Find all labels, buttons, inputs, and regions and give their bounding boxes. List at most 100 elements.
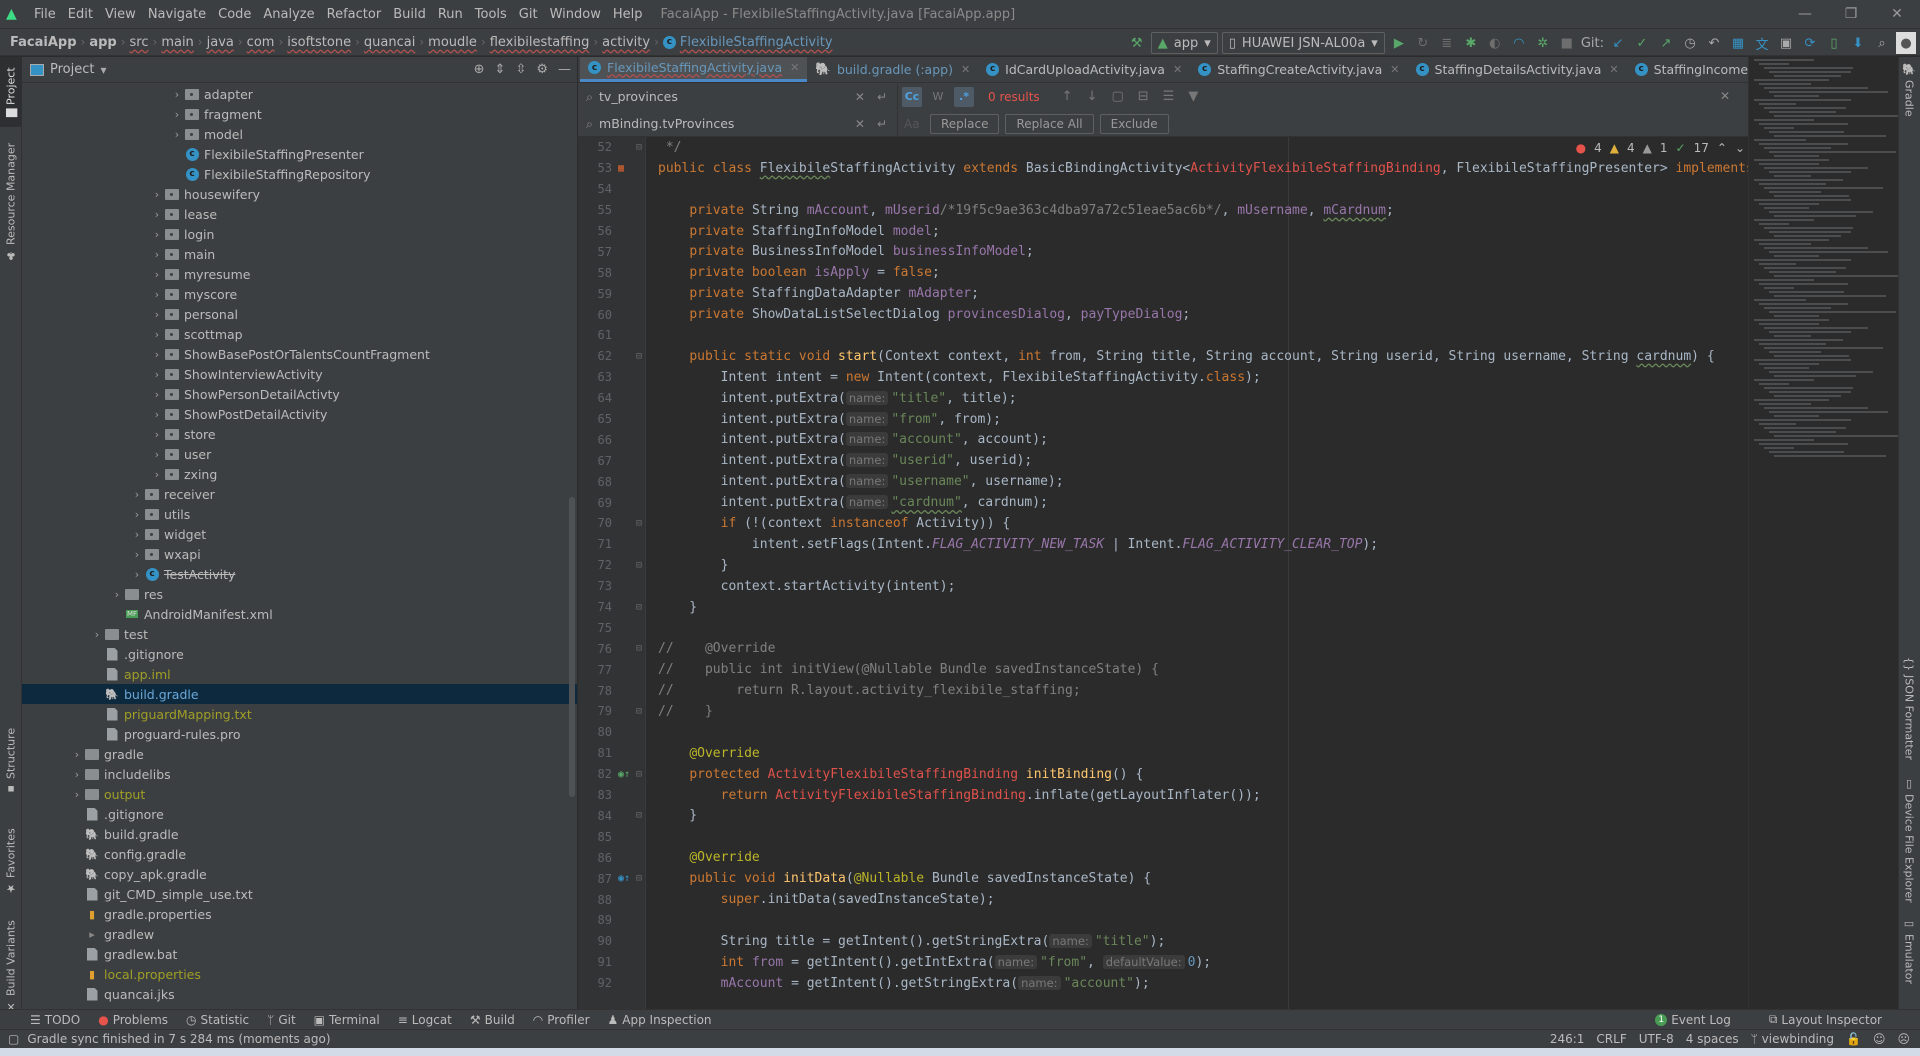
tree-node[interactable]: 🐘build.gradle: [22, 684, 577, 704]
code-line[interactable]: 73 context.startActivity(intent);: [578, 576, 1920, 597]
tree-node[interactable]: ›lease: [22, 204, 577, 224]
code-line[interactable]: 86 @Override: [578, 847, 1920, 868]
hide-icon[interactable]: —: [558, 62, 571, 77]
menu-view[interactable]: View: [99, 7, 142, 22]
chevron-right-icon[interactable]: ›: [90, 628, 104, 641]
tree-node[interactable]: ›output: [22, 784, 577, 804]
project-view-select[interactable]: Project: [50, 62, 94, 77]
code-line[interactable]: 72⊟ }: [578, 555, 1920, 576]
new-line-icon[interactable]: ↵: [877, 117, 887, 131]
tree-node[interactable]: ›fragment: [22, 104, 577, 124]
collapse-all-icon[interactable]: ⇳: [515, 62, 526, 77]
menu-navigate[interactable]: Navigate: [142, 7, 212, 22]
line-number[interactable]: 61: [578, 328, 618, 342]
line-number[interactable]: 82: [578, 767, 618, 781]
code-line[interactable]: 76⊟// @Override: [578, 638, 1920, 659]
gutter-marker-icon[interactable]: ⊟: [618, 142, 646, 153]
code-line[interactable]: 55 private String mAccount, mUserid/*19f…: [578, 200, 1920, 221]
gutter-marker-icon[interactable]: ◉↑⊟: [618, 769, 646, 780]
line-number[interactable]: 86: [578, 851, 618, 865]
layout-icon[interactable]: ▣: [1776, 32, 1796, 54]
line-number[interactable]: 92: [578, 976, 618, 990]
code-line[interactable]: 92 mAccount = getIntent().getStringExtra…: [578, 973, 1920, 994]
clear-icon[interactable]: ✕: [855, 117, 865, 131]
line-number[interactable]: 59: [578, 287, 618, 301]
tree-node[interactable]: ▮local.properties: [22, 964, 577, 984]
code-line[interactable]: 58 private boolean isApply = false;: [578, 262, 1920, 283]
chevron-right-icon[interactable]: ›: [70, 788, 84, 801]
tree-node[interactable]: ›ShowInterviewActivity: [22, 364, 577, 384]
line-number[interactable]: 53: [578, 161, 618, 175]
tree-node[interactable]: MFAndroidManifest.xml: [22, 604, 577, 624]
line-number[interactable]: 71: [578, 537, 618, 551]
line-number[interactable]: 77: [578, 663, 618, 677]
tree-node[interactable]: cFlexibileStaffingRepository: [22, 164, 577, 184]
bottom-tab-todo[interactable]: ☰TODO: [30, 1013, 80, 1027]
chevron-right-icon[interactable]: ›: [150, 448, 164, 461]
debug-icon[interactable]: ✱: [1461, 32, 1481, 54]
line-number[interactable]: 66: [578, 433, 618, 447]
chevron-right-icon[interactable]: ›: [130, 488, 144, 501]
chevron-right-icon[interactable]: ›: [150, 428, 164, 441]
gutter-marker-icon[interactable]: ◉↑⊟: [618, 873, 646, 884]
line-number[interactable]: 88: [578, 893, 618, 907]
gutter-marker-icon[interactable]: ⊟: [618, 643, 646, 654]
user-avatar-icon[interactable]: ●: [1896, 32, 1916, 54]
tool-tab-resource-manager[interactable]: ♣Resource Manager: [0, 137, 22, 267]
replace-field[interactable]: ⌕ mBinding.tvProvinces ✕↵: [578, 111, 898, 137]
menu-run[interactable]: Run: [432, 7, 469, 22]
code-line[interactable]: 89: [578, 910, 1920, 931]
tree-node[interactable]: cFlexibileStaffingPresenter: [22, 144, 577, 164]
breadcrumb-item[interactable]: isoftstone: [287, 35, 351, 50]
code-line[interactable]: 80: [578, 722, 1920, 743]
line-number[interactable]: 74: [578, 600, 618, 614]
run-config-select[interactable]: ▲ app ▾: [1151, 32, 1218, 54]
device-select[interactable]: ▯ HUAWEI JSN-AL00a ▾: [1222, 32, 1385, 54]
sync-gradle-icon[interactable]: ⟳: [1800, 32, 1820, 54]
line-number[interactable]: 85: [578, 830, 618, 844]
caret-position[interactable]: 246:1: [1550, 1032, 1585, 1046]
tree-node[interactable]: app.iml: [22, 664, 577, 684]
tree-node[interactable]: ▮gradle.properties: [22, 904, 577, 924]
code-line[interactable]: 84⊟ }: [578, 806, 1920, 827]
tree-node[interactable]: ›myscore: [22, 284, 577, 304]
expand-all-icon[interactable]: ⇕: [495, 62, 506, 77]
tree-node[interactable]: ›model: [22, 124, 577, 144]
breadcrumb-item[interactable]: app: [89, 35, 116, 50]
gutter-marker-icon[interactable]: ▦: [618, 163, 646, 174]
tree-node[interactable]: ▸gradlew: [22, 924, 577, 944]
menu-window[interactable]: Window: [544, 7, 607, 22]
editor-tab[interactable]: 🐘build.gradle (:app)✕: [807, 57, 978, 82]
profile-icon[interactable]: ◠: [1509, 32, 1529, 54]
bottom-tab-problems[interactable]: ●Problems: [98, 1013, 168, 1027]
line-number[interactable]: 64: [578, 391, 618, 405]
restore-icon[interactable]: ❐: [1828, 0, 1874, 28]
breadcrumb-item[interactable]: moudle: [428, 35, 477, 50]
line-separator[interactable]: CRLF: [1596, 1032, 1626, 1046]
gutter-marker-icon[interactable]: ⊟: [618, 560, 646, 571]
happy-face-icon[interactable]: ☺: [1873, 1032, 1886, 1046]
stop-icon[interactable]: ■: [1557, 32, 1577, 54]
bottom-tab-terminal[interactable]: ▣Terminal: [314, 1013, 380, 1027]
line-number[interactable]: 68: [578, 475, 618, 489]
tree-node[interactable]: ›ShowPostDetailActivity: [22, 404, 577, 424]
line-number[interactable]: 80: [578, 725, 618, 739]
breadcrumb-item[interactable]: java: [207, 35, 234, 50]
menu-build[interactable]: Build: [387, 7, 432, 22]
code-line[interactable]: 54: [578, 179, 1920, 200]
lock-icon[interactable]: 🔓: [1846, 1032, 1861, 1046]
tree-node[interactable]: ›housewifery: [22, 184, 577, 204]
tree-node[interactable]: ›adapter: [22, 84, 577, 104]
chevron-down-icon[interactable]: ▾: [100, 63, 106, 77]
select-all-icon[interactable]: ▢: [1111, 89, 1123, 104]
chevron-right-icon[interactable]: ›: [130, 548, 144, 561]
line-number[interactable]: 91: [578, 955, 618, 969]
editor-tab[interactable]: cIdCardUploadActivity.java✕: [978, 57, 1190, 82]
menu-help[interactable]: Help: [607, 7, 649, 22]
clear-icon[interactable]: ✕: [855, 90, 865, 104]
code-line[interactable]: 90 String title = getIntent().getStringE…: [578, 931, 1920, 952]
tool-tab-build-variants[interactable]: ✕Build Variants: [0, 917, 22, 1017]
code-line[interactable]: 66 intent.putExtra(name:"account", accou…: [578, 429, 1920, 450]
line-number[interactable]: 90: [578, 934, 618, 948]
tree-node[interactable]: ›zxing: [22, 464, 577, 484]
